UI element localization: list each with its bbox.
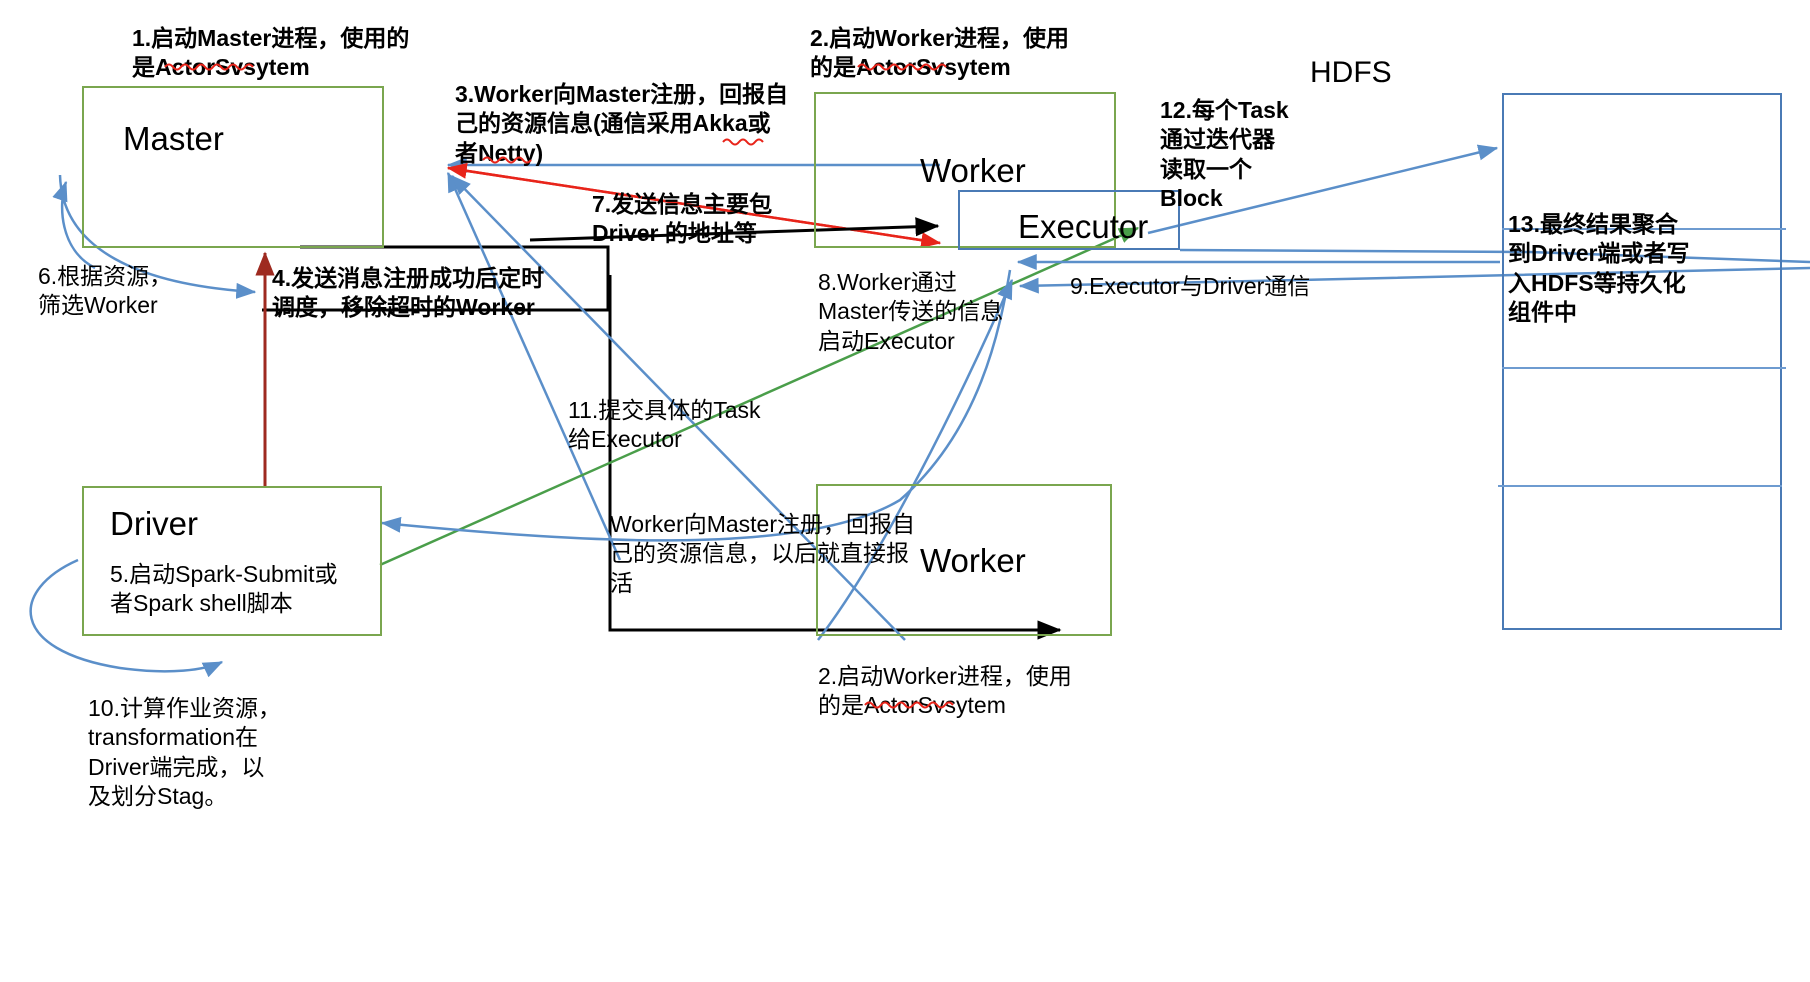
node-master-label: Master (123, 120, 224, 157)
annotation-step-2-bottom: 2.启动Worker进程，使用 的是ActorSvsytem (818, 663, 1072, 719)
annotation-step-4: 4.发送消息注册成功后定时 调度，移除超时的Worker (272, 265, 545, 321)
node-master[interactable] (82, 86, 384, 248)
annotation-step-7: 7.发送信息主要包 Driver 的地址等 (592, 191, 773, 247)
annotation-worker-register: Worker向Master注册，回报自 己的资源信息，以后就直接报 活 (610, 511, 915, 596)
node-worker-top-label: Worker (920, 152, 1026, 189)
node-driver-label: Driver (110, 505, 198, 542)
annotation-step-5: 5.启动Spark-Submit或 者Spark shell脚本 (110, 561, 338, 617)
diagram-canvas: Master Worker Executor Driver Worker HDF… (0, 0, 1810, 982)
annotation-step-13: 13.最终结果聚合 到Driver端或者写 入HDFS等持久化 组件中 (1508, 211, 1690, 326)
annotation-step-3: 3.Worker向Master注册，回报自 己的资源信息(通信采用Akka或 者… (455, 81, 789, 166)
annotation-step-6: 6.根据资源， 筛选Worker (38, 263, 173, 319)
annotation-step-2-top: 2.启动Worker进程，使用 的是ActorSvsytem (810, 25, 1070, 81)
node-hdfs[interactable] (1502, 93, 1782, 630)
node-executor-label: Executor (1018, 208, 1149, 245)
annotation-step-1: 1.启动Master进程，使用的 是ActorSvsytem (132, 25, 410, 81)
annotation-step-9: 9.Executor与Driver通信 (1070, 273, 1311, 299)
annotation-step-12: 12.每个Task 通过迭代器 读取一个 Block (1160, 97, 1289, 212)
annotation-step-8: 8.Worker通过 Master传送的信息 启动Executor (818, 269, 1004, 354)
hdfs-divider-3 (1498, 485, 1782, 487)
node-hdfs-label: HDFS (1310, 56, 1392, 89)
annotation-step-10: 10.计算作业资源， transformation在 Driver端完成，以 及… (88, 695, 281, 810)
hdfs-divider-2 (1502, 367, 1786, 369)
annotation-step-11: 11.提交具体的Task 给Executor (568, 397, 761, 453)
